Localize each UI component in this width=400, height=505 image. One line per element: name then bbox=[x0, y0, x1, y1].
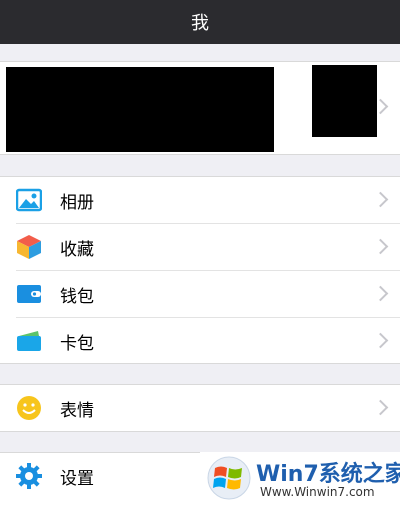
album-icon bbox=[16, 188, 42, 212]
menu-label: 收藏 bbox=[60, 239, 94, 260]
chevron-right-icon bbox=[372, 238, 389, 255]
menu-item-favorites[interactable]: 收藏 bbox=[0, 224, 400, 270]
menu-label: 相册 bbox=[60, 192, 94, 213]
menu-label: 钱包 bbox=[60, 286, 94, 307]
menu-item-card-wallet[interactable]: 卡包 bbox=[0, 318, 400, 364]
menu-label: 卡包 bbox=[60, 333, 94, 354]
gear-icon bbox=[16, 463, 42, 489]
chevron-right-icon bbox=[372, 191, 389, 208]
favorites-cube-icon bbox=[17, 235, 41, 259]
wallet-icon bbox=[17, 285, 41, 303]
menu-item-album[interactable]: 相册 bbox=[0, 177, 400, 223]
nav-bar: 我 bbox=[0, 0, 400, 44]
watermark: Win7系统之家 Www.Winwin7.com bbox=[200, 452, 400, 503]
menu-item-stickers[interactable]: 表情 bbox=[0, 385, 400, 431]
menu-item-wallet[interactable]: 钱包 bbox=[0, 271, 400, 317]
page-title: 我 bbox=[191, 13, 209, 34]
windows-logo-icon bbox=[207, 456, 251, 500]
card-wallet-icon bbox=[17, 331, 41, 351]
menu-label: 设置 bbox=[60, 468, 94, 489]
chevron-right-icon bbox=[372, 332, 389, 349]
redacted-qr-code bbox=[312, 65, 377, 137]
menu-label: 表情 bbox=[60, 400, 94, 421]
profile-card[interactable] bbox=[0, 61, 400, 155]
menu-group-stickers: 表情 bbox=[0, 384, 400, 432]
watermark-url: Www.Winwin7.com bbox=[260, 485, 375, 499]
watermark-brand: Win7系统之家 bbox=[256, 462, 400, 487]
redacted-profile-info bbox=[6, 67, 274, 152]
menu-group-main: 相册 收藏 钱包 卡包 bbox=[0, 176, 400, 364]
smiley-icon bbox=[17, 396, 41, 420]
chevron-right-icon bbox=[372, 285, 389, 302]
chevron-right-icon bbox=[372, 399, 389, 416]
